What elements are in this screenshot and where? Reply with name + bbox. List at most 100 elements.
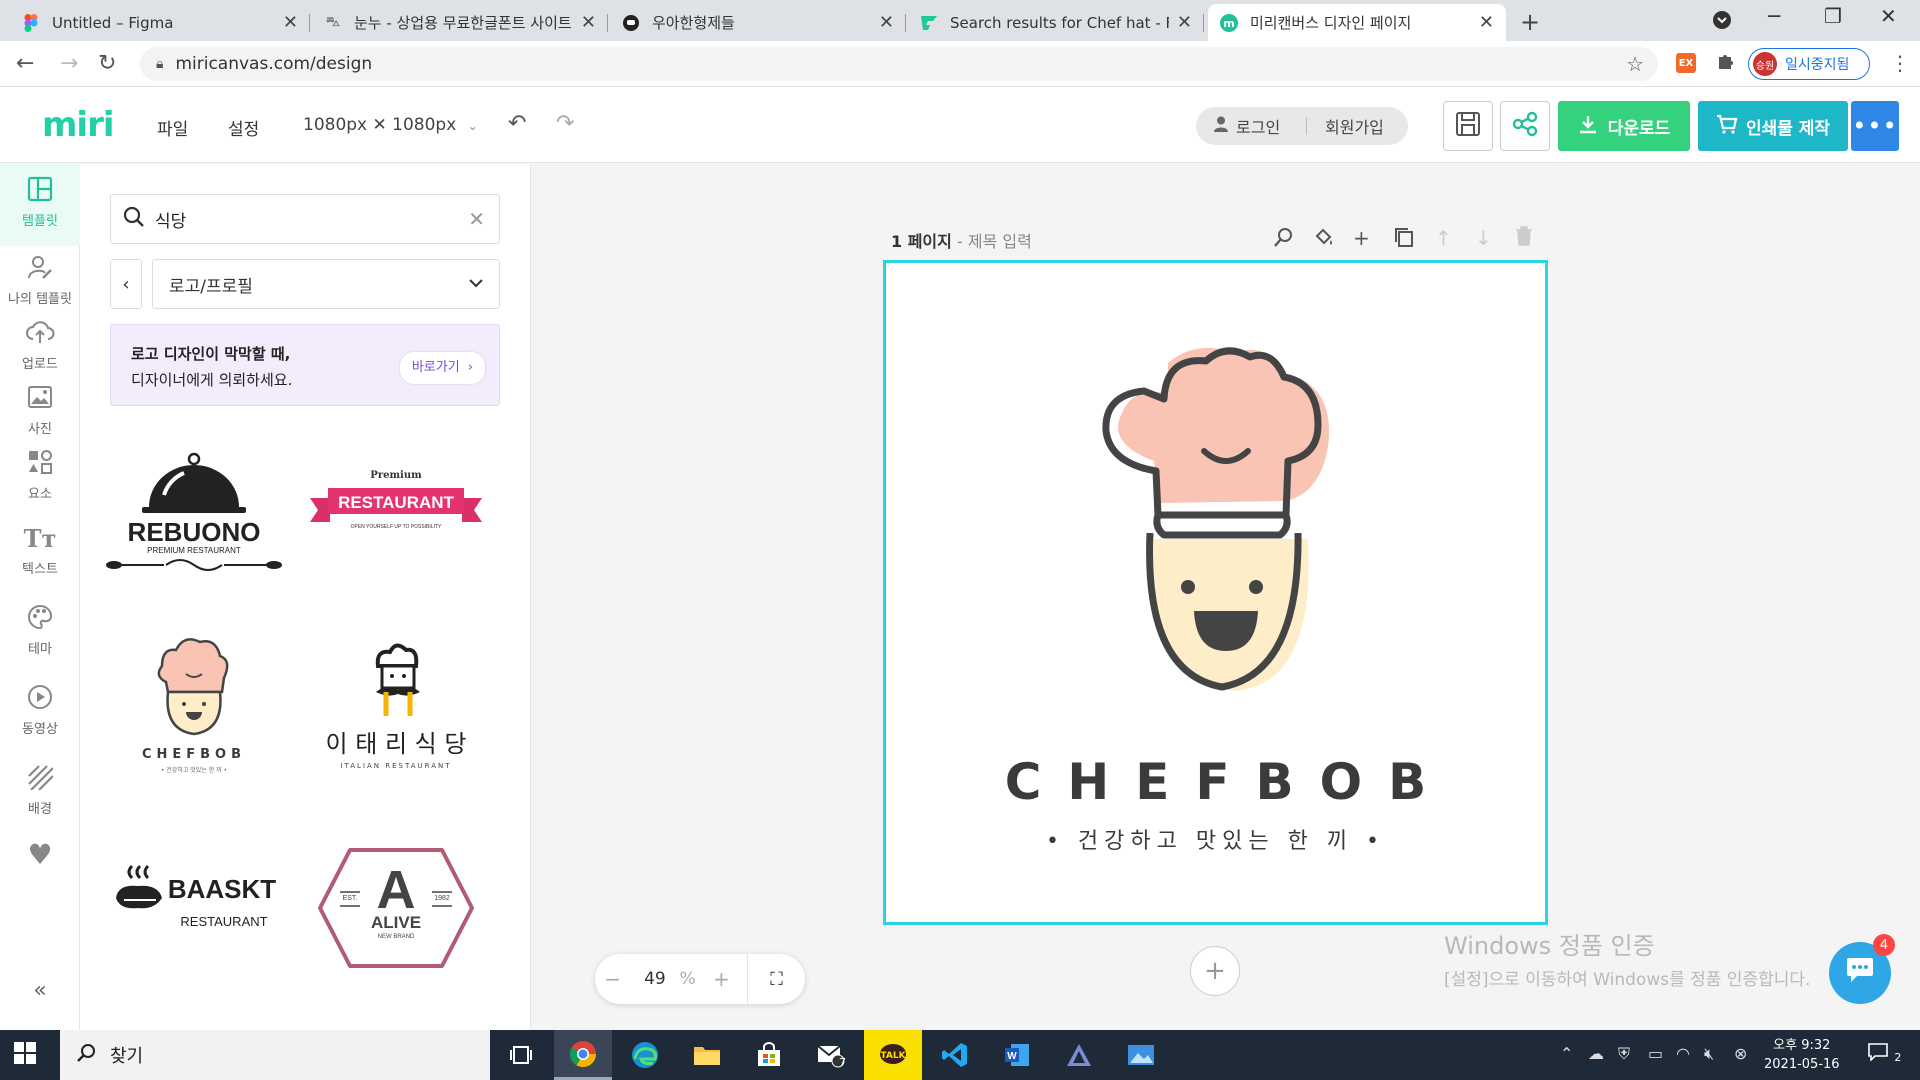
onedrive-icon[interactable]: ☁ [1588, 1044, 1604, 1063]
template-thumbnail[interactable]: 이 태 리 식 당 ITALIAN RESTAURANT [306, 630, 486, 790]
rail-item-templates[interactable]: 템플릿 [0, 164, 80, 246]
windows-start-icon[interactable] [14, 1042, 36, 1070]
template-thumbnail[interactable]: Premium RESTAURANT OPEN YOURSELF UP TO P… [306, 430, 486, 590]
close-icon[interactable]: ✕ [1177, 12, 1192, 33]
download-button[interactable]: 다운로드 [1558, 101, 1690, 151]
vscode-icon[interactable] [926, 1030, 984, 1080]
rail-item-theme[interactable]: 테마 [0, 604, 80, 657]
profile-button[interactable]: 승원 일시중지됨 [1748, 48, 1870, 80]
file-explorer-icon[interactable] [678, 1030, 736, 1080]
browser-tab[interactable]: Untitled – Figma ✕ [10, 4, 310, 41]
rail-item-favorites[interactable]: ♥ [0, 840, 80, 874]
chef-illustration[interactable] [1066, 343, 1396, 723]
paint-bucket-icon[interactable] [1313, 226, 1335, 253]
zoom-value[interactable]: 49 [630, 969, 679, 989]
browser-menu-icon[interactable]: ⋮ [1890, 51, 1910, 75]
move-up-icon[interactable]: ↑ [1435, 226, 1452, 250]
browser-tab[interactable]: ⛍ 눈누 - 상업용 무료한글폰트 사이트 ✕ [312, 4, 608, 41]
rail-item-text[interactable]: Tт 텍스트 [0, 524, 80, 577]
back-icon[interactable]: ← [16, 51, 34, 76]
miri-logo[interactable]: miri [42, 105, 115, 145]
redo-icon[interactable]: ↷ [556, 111, 574, 136]
zoom-in-icon[interactable]: + [704, 967, 739, 991]
chevron-up-icon[interactable]: ⌃ [1560, 1044, 1573, 1063]
chrome-icon[interactable] [554, 1030, 612, 1080]
canvas-size-dropdown[interactable]: 1080px ✕ 1080px ⌄ [303, 115, 478, 135]
zoom-out-icon[interactable]: − [595, 967, 630, 991]
template-thumbnail[interactable]: BAASKT RESTAURANT [104, 828, 284, 988]
forward-icon[interactable]: → [60, 51, 78, 76]
battery-icon[interactable]: ▭ [1648, 1044, 1663, 1063]
template-thumbnail[interactable]: CHEFBOB • 건강하고 맛있는 한 끼 • [104, 630, 284, 790]
bookmark-star-icon[interactable]: ☆ [1626, 52, 1644, 76]
browser-tab[interactable]: Search results for Chef hat - Flaticon ✕ [908, 4, 1204, 41]
file-menu[interactable]: 파일 [157, 115, 188, 140]
duplicate-icon[interactable] [1393, 226, 1415, 253]
close-icon[interactable]: ✕ [283, 12, 298, 33]
page-title-input[interactable]: 제목 입력 [968, 232, 1032, 251]
add-page-button[interactable]: + [1190, 946, 1240, 996]
trash-icon[interactable] [1515, 226, 1533, 251]
chat-button[interactable]: 4 [1829, 934, 1895, 1004]
rail-item-background[interactable]: 배경 [0, 764, 80, 817]
rail-item-video[interactable]: 동영상 [0, 684, 80, 737]
taskbar-search[interactable]: 찾기 [60, 1030, 490, 1080]
fullscreen-icon[interactable]: ⛶ [748, 969, 805, 990]
address-bar[interactable]: 🔒︎ miricanvas.com/design ☆ [140, 47, 1658, 81]
extension-ex-icon[interactable]: EX [1676, 53, 1696, 73]
photos-icon[interactable] [1112, 1030, 1170, 1080]
reload-icon[interactable]: ↻ [98, 51, 116, 76]
clear-search-icon[interactable]: ✕ [468, 207, 485, 231]
template-search[interactable]: ✕ [110, 194, 500, 244]
collapse-panel-button[interactable]: « [0, 976, 80, 1010]
wifi-icon[interactable]: ◠ [1676, 1044, 1690, 1063]
rail-item-my-templates[interactable]: 나의 템플릿 [0, 254, 80, 307]
close-icon[interactable]: ✕ [879, 12, 894, 33]
word-icon[interactable]: W [988, 1030, 1046, 1080]
move-down-icon[interactable]: ↓ [1475, 226, 1492, 250]
magic-wand-icon[interactable] [1273, 226, 1295, 253]
store-icon[interactable] [740, 1030, 798, 1080]
tab-search-icon[interactable] [1712, 10, 1732, 35]
add-icon[interactable]: + [1353, 226, 1370, 250]
search-input[interactable] [155, 209, 455, 229]
back-button[interactable]: ‹ [110, 259, 142, 309]
close-icon[interactable]: ✕ [581, 12, 596, 33]
undo-icon[interactable]: ↶ [508, 111, 526, 136]
close-icon[interactable]: ✕ [1479, 12, 1494, 33]
promo-go-button[interactable]: 바로가기 › [399, 352, 485, 384]
kakaotalk-icon[interactable]: TALK [864, 1030, 922, 1080]
login-button[interactable]: 로그인 [1196, 114, 1306, 138]
close-window-icon[interactable]: ✕ [1880, 4, 1897, 28]
template-thumbnail[interactable]: A EST. 1982 ALIVE NEW BRAND [306, 828, 486, 988]
category-dropdown[interactable]: 로고/프로필 [152, 259, 500, 309]
new-tab-button[interactable]: + [1520, 8, 1540, 36]
design-page[interactable]: CHEFBOB • 건강하고 맛있는 한 끼 • [883, 260, 1548, 925]
close-circle-icon[interactable]: ⊗ [1734, 1044, 1747, 1063]
brand-tagline[interactable]: • 건강하고 맛있는 한 끼 • [886, 823, 1545, 855]
minimize-icon[interactable]: ─ [1768, 4, 1780, 28]
settings-menu[interactable]: 설정 [228, 115, 259, 140]
vpn-app-icon[interactable] [1050, 1030, 1108, 1080]
save-button[interactable] [1443, 101, 1493, 151]
task-view-icon[interactable] [492, 1030, 550, 1080]
template-thumbnail[interactable]: REBUONO PREMIUM RESTAURANT [104, 430, 284, 590]
rail-item-elements[interactable]: 요소 [0, 449, 80, 502]
extensions-puzzle-icon[interactable] [1716, 51, 1736, 76]
signup-button[interactable]: 회원가입 [1307, 114, 1384, 138]
taskbar-clock[interactable]: 오후 9:32 2021-05-16 [1764, 1036, 1840, 1074]
rail-item-upload[interactable]: 업로드 [0, 319, 80, 372]
browser-tab[interactable]: 우아한형제들 ✕ [610, 4, 906, 41]
notification-center-icon[interactable]: 2 [1868, 1042, 1901, 1066]
rail-item-photo[interactable]: 사진 [0, 384, 80, 437]
print-order-button[interactable]: 인쇄물 제작 [1698, 101, 1848, 151]
restore-icon[interactable]: ❐ [1824, 4, 1842, 28]
edge-icon[interactable] [616, 1030, 674, 1080]
share-button[interactable] [1500, 101, 1550, 151]
brand-name[interactable]: CHEFBOB [886, 753, 1545, 811]
security-icon[interactable]: ⛨ [1618, 1044, 1630, 1064]
browser-tab-active[interactable]: m 미리캔버스 디자인 페이지 ✕ [1208, 4, 1506, 41]
more-options-button[interactable]: ••• [1851, 101, 1899, 151]
mail-icon[interactable]: 7 [802, 1030, 860, 1080]
volume-muted-icon[interactable]: 🔇︎ [1704, 1044, 1714, 1064]
